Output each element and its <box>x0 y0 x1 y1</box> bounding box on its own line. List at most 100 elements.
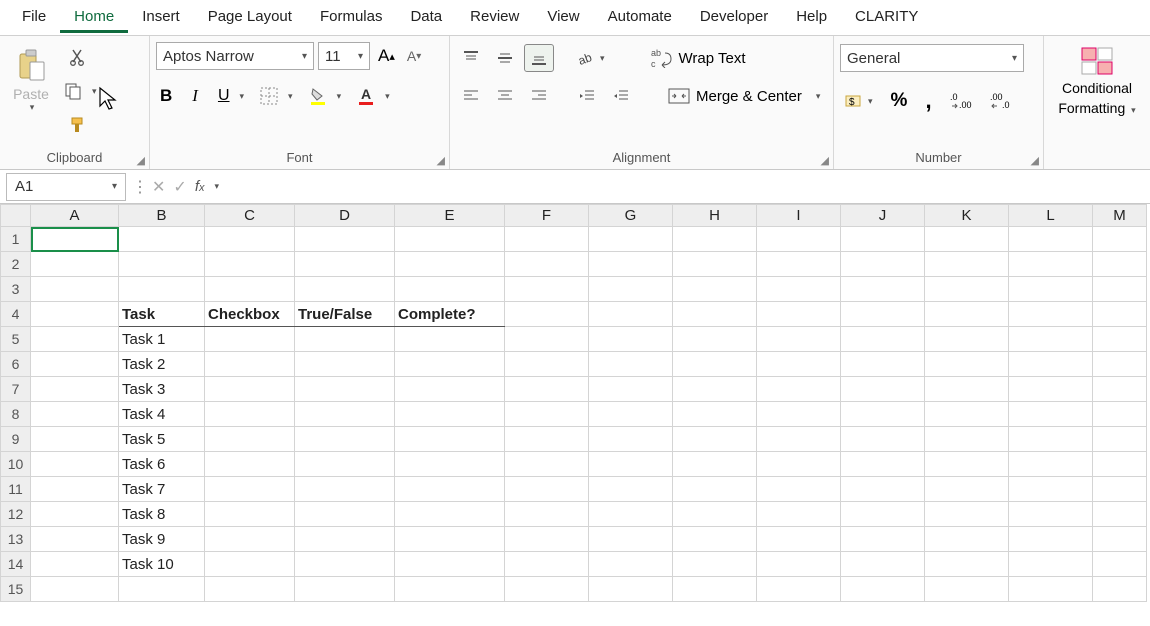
column-header-H[interactable]: H <box>673 205 757 227</box>
cell-K11[interactable] <box>925 477 1009 502</box>
row-header-14[interactable]: 14 <box>1 552 31 577</box>
cell-G13[interactable] <box>589 527 673 552</box>
cell-B9[interactable]: Task 5 <box>119 427 205 452</box>
cell-C4[interactable]: Checkbox <box>205 302 295 327</box>
cell-H7[interactable] <box>673 377 757 402</box>
tab-page-layout[interactable]: Page Layout <box>194 2 306 33</box>
cell-D14[interactable] <box>295 552 395 577</box>
cell-C15[interactable] <box>205 577 295 602</box>
cell-F8[interactable] <box>505 402 589 427</box>
cell-E10[interactable] <box>395 452 505 477</box>
cell-M14[interactable] <box>1093 552 1147 577</box>
row-header-1[interactable]: 1 <box>1 227 31 252</box>
name-box[interactable]: A1▾ <box>6 173 126 201</box>
row-header-8[interactable]: 8 <box>1 402 31 427</box>
cell-I12[interactable] <box>757 502 841 527</box>
percent-button[interactable]: % <box>887 86 912 116</box>
cell-F14[interactable] <box>505 552 589 577</box>
tab-clarity[interactable]: CLARITY <box>841 2 932 33</box>
cell-A9[interactable] <box>31 427 119 452</box>
cell-J9[interactable] <box>841 427 925 452</box>
cell-B4[interactable]: Task <box>119 302 205 327</box>
cell-C2[interactable] <box>205 252 295 277</box>
comma-button[interactable]: , <box>921 84 935 118</box>
cell-D1[interactable] <box>295 227 395 252</box>
cell-B12[interactable]: Task 8 <box>119 502 205 527</box>
row-header-5[interactable]: 5 <box>1 327 31 352</box>
cell-J8[interactable] <box>841 402 925 427</box>
cell-J3[interactable] <box>841 277 925 302</box>
tab-review[interactable]: Review <box>456 2 533 33</box>
cell-J13[interactable] <box>841 527 925 552</box>
cell-D2[interactable] <box>295 252 395 277</box>
cell-J7[interactable] <box>841 377 925 402</box>
cell-L3[interactable] <box>1009 277 1093 302</box>
cell-F5[interactable] <box>505 327 589 352</box>
cell-B8[interactable]: Task 4 <box>119 402 205 427</box>
cell-F11[interactable] <box>505 477 589 502</box>
cell-K13[interactable] <box>925 527 1009 552</box>
cell-H14[interactable] <box>673 552 757 577</box>
cell-E3[interactable] <box>395 277 505 302</box>
tab-help[interactable]: Help <box>782 2 841 33</box>
cell-I15[interactable] <box>757 577 841 602</box>
cell-H11[interactable] <box>673 477 757 502</box>
cell-A12[interactable] <box>31 502 119 527</box>
column-header-M[interactable]: M <box>1093 205 1147 227</box>
cell-G8[interactable] <box>589 402 673 427</box>
cell-A6[interactable] <box>31 352 119 377</box>
cell-H13[interactable] <box>673 527 757 552</box>
cell-E6[interactable] <box>395 352 505 377</box>
cell-K1[interactable] <box>925 227 1009 252</box>
cell-I10[interactable] <box>757 452 841 477</box>
cell-G14[interactable] <box>589 552 673 577</box>
cell-L1[interactable] <box>1009 227 1093 252</box>
align-middle-button[interactable] <box>490 44 520 72</box>
cell-I13[interactable] <box>757 527 841 552</box>
underline-button[interactable]: U <box>214 83 234 109</box>
cell-K9[interactable] <box>925 427 1009 452</box>
cell-F6[interactable] <box>505 352 589 377</box>
cell-B7[interactable]: Task 3 <box>119 377 205 402</box>
cell-K14[interactable] <box>925 552 1009 577</box>
cell-D12[interactable] <box>295 502 395 527</box>
cell-F2[interactable] <box>505 252 589 277</box>
cell-C9[interactable] <box>205 427 295 452</box>
cell-G12[interactable] <box>589 502 673 527</box>
cell-I8[interactable] <box>757 402 841 427</box>
fill-color-button[interactable] <box>305 82 331 110</box>
cell-M15[interactable] <box>1093 577 1147 602</box>
cell-G4[interactable] <box>589 302 673 327</box>
tab-insert[interactable]: Insert <box>128 2 194 33</box>
cell-F10[interactable] <box>505 452 589 477</box>
cell-A13[interactable] <box>31 527 119 552</box>
cell-I11[interactable] <box>757 477 841 502</box>
dialog-launcher-icon[interactable]: ◢ <box>821 154 829 167</box>
cell-C10[interactable] <box>205 452 295 477</box>
column-header-A[interactable]: A <box>31 205 119 227</box>
cell-H8[interactable] <box>673 402 757 427</box>
column-header-E[interactable]: E <box>395 205 505 227</box>
cell-D15[interactable] <box>295 577 395 602</box>
cell-B15[interactable] <box>119 577 205 602</box>
cell-M2[interactable] <box>1093 252 1147 277</box>
wrap-text-button[interactable]: abc Wrap Text <box>647 44 750 72</box>
cell-D6[interactable] <box>295 352 395 377</box>
cell-G11[interactable] <box>589 477 673 502</box>
cell-J1[interactable] <box>841 227 925 252</box>
cell-L7[interactable] <box>1009 377 1093 402</box>
cell-L11[interactable] <box>1009 477 1093 502</box>
column-header-C[interactable]: C <box>205 205 295 227</box>
dialog-launcher-icon[interactable]: ◢ <box>137 154 145 167</box>
tab-home[interactable]: Home <box>60 2 128 33</box>
chevron-down-icon[interactable]: ▾ <box>92 86 97 97</box>
cell-C1[interactable] <box>205 227 295 252</box>
bold-button[interactable]: B <box>156 82 176 110</box>
cell-L14[interactable] <box>1009 552 1093 577</box>
cell-C13[interactable] <box>205 527 295 552</box>
cell-H4[interactable] <box>673 302 757 327</box>
cell-A2[interactable] <box>31 252 119 277</box>
cell-H5[interactable] <box>673 327 757 352</box>
paste-button[interactable]: Paste ▾ <box>6 42 56 117</box>
tab-formulas[interactable]: Formulas <box>306 2 397 33</box>
